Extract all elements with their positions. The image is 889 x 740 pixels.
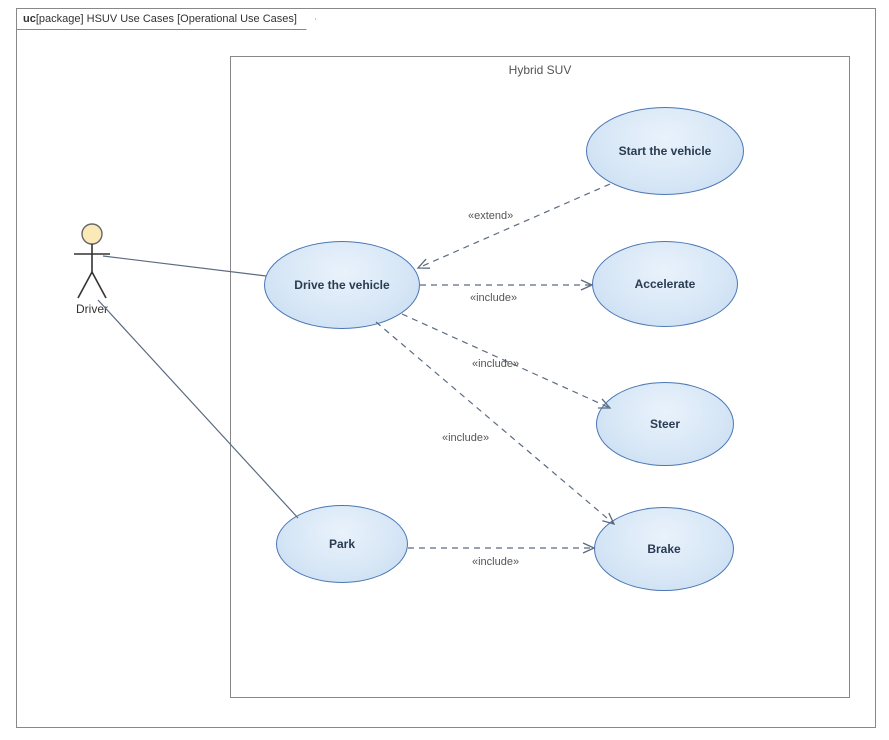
actor-label: Driver: [62, 302, 122, 316]
usecase-steer-label: Steer: [650, 417, 680, 431]
usecase-drive: Drive the vehicle: [264, 241, 420, 329]
usecase-park: Park: [276, 505, 408, 583]
label-include-drive-brake: «include»: [442, 432, 489, 444]
usecase-brake-label: Brake: [647, 542, 680, 556]
actor-stickfigure-icon: [72, 222, 112, 300]
actor-driver: Driver: [62, 222, 122, 316]
frame-subname-close: ]: [294, 13, 297, 25]
usecase-park-label: Park: [329, 537, 355, 551]
diagram-canvas: uc[package] HSUV Use Cases [Operational …: [0, 0, 889, 740]
label-include-park-brake: «include»: [472, 556, 519, 568]
usecase-start-label: Start the vehicle: [619, 144, 712, 158]
usecase-start: Start the vehicle: [586, 107, 744, 195]
frame-subname: Operational Use Cases: [180, 13, 294, 25]
label-include-drive-accelerate: «include»: [470, 292, 517, 304]
frame-prefix: uc: [23, 13, 36, 25]
system-boundary: Hybrid SUV: [230, 56, 850, 698]
usecase-steer: Steer: [596, 382, 734, 466]
system-boundary-title: Hybrid SUV: [509, 63, 572, 77]
usecase-accelerate-label: Accelerate: [635, 277, 696, 291]
usecase-brake: Brake: [594, 507, 734, 591]
label-extend-start-drive: «extend»: [468, 210, 513, 222]
frame-name: HSUV Use Cases: [87, 13, 174, 25]
frame-kind: package: [39, 13, 81, 25]
frame-bracket-close: ]: [81, 13, 84, 25]
frame-title-tab: uc[package] HSUV Use Cases [Operational …: [16, 8, 316, 30]
label-include-drive-steer: «include»: [472, 358, 519, 370]
usecase-drive-label: Drive the vehicle: [294, 278, 389, 292]
usecase-accelerate: Accelerate: [592, 241, 738, 327]
